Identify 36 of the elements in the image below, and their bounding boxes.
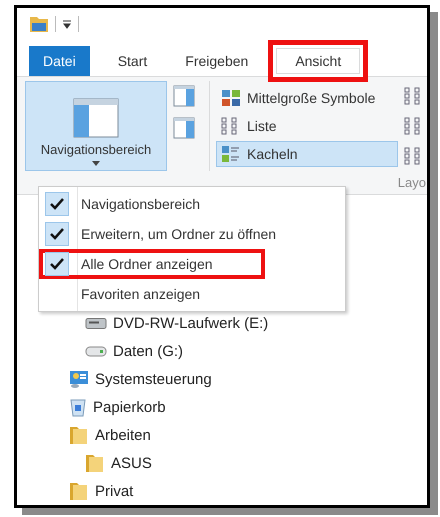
details-pane-icon[interactable]: [173, 117, 195, 140]
navigation-pane-button[interactable]: Navigationsbereich: [25, 81, 167, 172]
folder-icon: [69, 425, 89, 445]
tree-item[interactable]: Systemsteuerung: [17, 365, 427, 393]
navigation-pane-icon: [73, 98, 119, 138]
menu-item[interactable]: Favoriten anzeigen: [39, 279, 345, 309]
layout-option[interactable]: Kacheln: [216, 141, 398, 168]
tree-item[interactable]: Arbeiten: [17, 421, 427, 449]
dropdown-icon[interactable]: [62, 19, 72, 30]
checkmark-icon: [50, 198, 64, 210]
layout-option[interactable]: Mittelgroße Symbole: [216, 85, 398, 112]
hard-drive-icon: [85, 345, 107, 357]
folder-icon: [69, 481, 89, 501]
tiles-view-icon: [221, 145, 241, 164]
preview-pane-icon[interactable]: [173, 85, 195, 108]
layout-option[interactable]: Liste: [216, 113, 398, 140]
checkmark-icon: [50, 258, 64, 270]
tree-item[interactable]: Privat: [17, 477, 427, 505]
disc-drive-icon: [85, 318, 107, 328]
menu-item[interactable]: Alle Ordner anzeigen: [39, 249, 265, 279]
ribbon-tab[interactable]: Ansicht: [268, 40, 368, 82]
menu-item[interactable]: Erweitern, um Ordner zu öffnen: [39, 219, 345, 249]
checkmark-icon: [50, 228, 64, 240]
tree-item[interactable]: DVD-RW-Laufwerk (E:): [17, 309, 427, 337]
menu-item[interactable]: Navigationsbereich: [39, 189, 345, 219]
group-label: Layo: [398, 175, 426, 190]
medium-icons-icon: [221, 89, 241, 108]
folder-icon[interactable]: [29, 15, 49, 34]
control-panel-icon: [69, 369, 89, 389]
tree-item[interactable]: ASUS: [17, 449, 427, 477]
file-tab[interactable]: Datei: [29, 46, 90, 76]
tree-item[interactable]: Papierkorb: [17, 393, 427, 421]
caret-icon: [92, 161, 100, 166]
recycle-bin-icon: [69, 397, 87, 417]
tree-item[interactable]: Daten (G:): [17, 337, 427, 365]
folder-icon: [85, 453, 105, 473]
